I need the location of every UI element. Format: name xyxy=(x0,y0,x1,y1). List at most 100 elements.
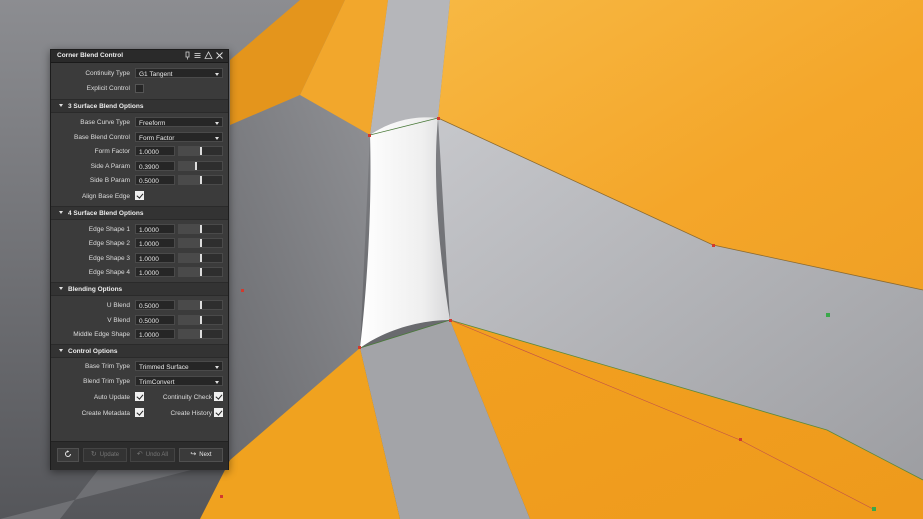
update-button[interactable]: ↻ Update xyxy=(83,448,127,462)
slider-handle[interactable] xyxy=(200,147,202,155)
slider-fill xyxy=(179,301,201,309)
v-blend-input[interactable]: 0.5000 xyxy=(135,315,175,325)
edge-shape-3-label: Edge Shape 3 xyxy=(88,255,130,262)
blend-trim-type-label: Blend Trim Type xyxy=(83,378,130,385)
create-metadata-label: Create Metadata xyxy=(81,410,130,417)
u-blend-slider[interactable] xyxy=(178,300,223,310)
middle-edge-shape-value: 1.0000 xyxy=(139,331,159,339)
chevron-down-icon xyxy=(215,72,219,76)
next-button[interactable]: ↪ Next xyxy=(179,448,223,462)
warning-icon[interactable] xyxy=(204,51,213,60)
continuity-check-checkbox[interactable] xyxy=(214,392,223,401)
middle-edge-shape-slider[interactable] xyxy=(178,329,223,339)
v-blend-slider[interactable] xyxy=(178,315,223,325)
slider-fill xyxy=(179,162,196,170)
edge-shape-1-slider[interactable] xyxy=(178,224,223,234)
edge-shape-2-label: Edge Shape 2 xyxy=(88,240,130,247)
section-3-surface-blend-options[interactable]: 3 Surface Blend Options xyxy=(51,99,228,113)
base-curve-type-row: Base Curve Type Freeform xyxy=(51,116,228,130)
base-curve-type-value: Freeform xyxy=(139,119,166,127)
edge-shape-2-slider[interactable] xyxy=(178,238,223,248)
form-factor-slider[interactable] xyxy=(178,146,223,156)
section-title: Control Options xyxy=(68,347,118,355)
form-factor-row: Form Factor 1.0000 xyxy=(51,145,228,159)
reset-button[interactable] xyxy=(57,448,79,462)
section-control-options[interactable]: Control Options xyxy=(51,344,228,358)
chevron-down-icon xyxy=(215,121,219,125)
form-factor-label: Form Factor xyxy=(94,148,130,155)
side-a-param-label: Side A Param xyxy=(90,163,130,170)
auto-update-label: Auto Update xyxy=(93,394,130,401)
slider-handle[interactable] xyxy=(195,162,197,170)
base-blend-control-value: Form Factor xyxy=(139,134,175,142)
base-trim-type-row: Base Trim Type Trimmed Surface xyxy=(51,360,228,374)
edge-shape-1-input[interactable]: 1.0000 xyxy=(135,224,175,234)
corner-blend-control-panel: Corner Blend Control Continuity Type G1 … xyxy=(50,49,229,470)
blend-trim-type-dropdown[interactable]: TrimConvert xyxy=(135,376,223,386)
slider-handle[interactable] xyxy=(200,176,202,184)
checkmark-icon xyxy=(215,392,223,400)
v-blend-row: V Blend 0.5000 xyxy=(51,314,228,328)
chevron-down-icon xyxy=(215,380,219,384)
slider-fill xyxy=(179,225,201,233)
base-curve-type-label: Base Curve Type xyxy=(80,119,130,126)
middle-edge-shape-input[interactable]: 1.0000 xyxy=(135,329,175,339)
base-curve-type-dropdown[interactable]: Freeform xyxy=(135,117,223,127)
menu-icon[interactable] xyxy=(193,51,202,60)
undo-icon: ↶ xyxy=(136,451,143,458)
align-base-edge-label: Align Base Edge xyxy=(81,193,130,200)
slider-fill xyxy=(179,316,201,324)
edge-shape-3-value: 1.0000 xyxy=(139,255,159,263)
base-blend-control-dropdown[interactable]: Form Factor xyxy=(135,132,223,142)
slider-fill xyxy=(179,239,201,247)
undo-all-label: Undo All xyxy=(145,452,169,458)
slider-handle[interactable] xyxy=(200,301,202,309)
u-blend-input[interactable]: 0.5000 xyxy=(135,300,175,310)
edge-shape-4-input[interactable]: 1.0000 xyxy=(135,267,175,277)
create-metadata-checkbox[interactable] xyxy=(135,408,144,417)
side-a-param-slider[interactable] xyxy=(178,161,223,171)
edge-shape-1-row: Edge Shape 1 1.0000 xyxy=(51,223,228,237)
slider-handle[interactable] xyxy=(200,330,202,338)
create-history-checkbox[interactable] xyxy=(214,408,223,417)
undo-all-button[interactable]: ↶ Undo All xyxy=(130,448,175,462)
continuity-type-row: Continuity Type G1 Tangent xyxy=(51,67,228,81)
panel-footer: ↻ Update ↶ Undo All ↪ Next xyxy=(51,441,228,470)
continuity-type-dropdown[interactable]: G1 Tangent xyxy=(135,68,223,78)
slider-handle[interactable] xyxy=(200,239,202,247)
slider-handle[interactable] xyxy=(200,254,202,262)
continuity-type-label: Continuity Type xyxy=(85,70,130,77)
slider-handle[interactable] xyxy=(200,316,202,324)
form-factor-input[interactable]: 1.0000 xyxy=(135,146,175,156)
edge-shape-3-slider[interactable] xyxy=(178,253,223,263)
edge-shape-4-slider[interactable] xyxy=(178,267,223,277)
section-blending-options[interactable]: Blending Options xyxy=(51,282,228,296)
v-blend-label: V Blend xyxy=(107,317,130,324)
blend-trim-type-row: Blend Trim Type TrimConvert xyxy=(51,375,228,389)
section-title: 3 Surface Blend Options xyxy=(68,102,144,110)
slider-fill xyxy=(179,176,201,184)
pin-icon[interactable] xyxy=(183,51,192,60)
edge-shape-3-row: Edge Shape 3 1.0000 xyxy=(51,252,228,266)
side-b-param-value: 0.5000 xyxy=(139,177,159,185)
slider-handle[interactable] xyxy=(200,268,202,276)
section-4-surface-blend-options[interactable]: 4 Surface Blend Options xyxy=(51,206,228,220)
base-blend-control-label: Base Blend Control xyxy=(73,134,130,141)
slider-handle[interactable] xyxy=(200,225,202,233)
edge-shape-4-row: Edge Shape 4 1.0000 xyxy=(51,266,228,280)
panel-titlebar[interactable]: Corner Blend Control xyxy=(51,50,228,63)
collapse-arrow-icon xyxy=(59,287,63,290)
form-factor-value: 1.0000 xyxy=(139,148,159,156)
side-b-param-label: Side B Param xyxy=(89,177,130,184)
side-a-param-input[interactable]: 0.3900 xyxy=(135,161,175,171)
next-label: Next xyxy=(199,452,212,458)
auto-update-checkbox[interactable] xyxy=(135,392,144,401)
explicit-control-checkbox[interactable] xyxy=(135,84,144,93)
edge-shape-3-input[interactable]: 1.0000 xyxy=(135,253,175,263)
edge-shape-2-input[interactable]: 1.0000 xyxy=(135,238,175,248)
side-b-param-slider[interactable] xyxy=(178,175,223,185)
side-b-param-input[interactable]: 0.5000 xyxy=(135,175,175,185)
close-icon[interactable] xyxy=(215,51,224,60)
base-trim-type-dropdown[interactable]: Trimmed Surface xyxy=(135,361,223,371)
align-base-edge-checkbox[interactable] xyxy=(135,191,144,200)
